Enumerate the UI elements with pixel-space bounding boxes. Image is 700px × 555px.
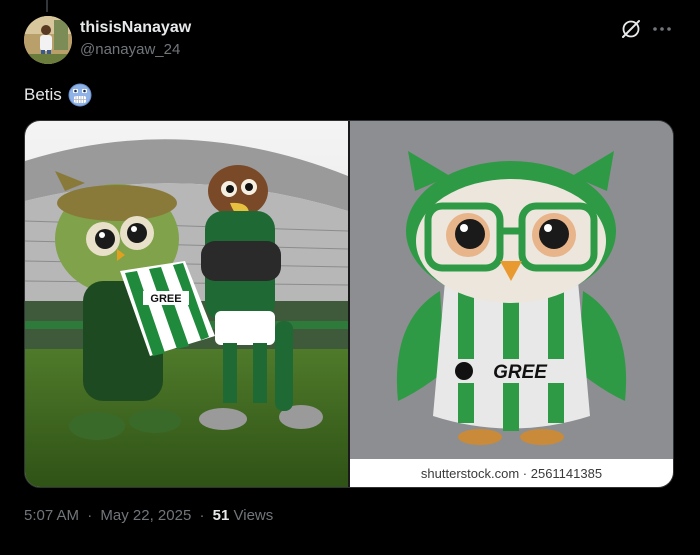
avatar[interactable] (24, 16, 72, 64)
meta-separator: · (87, 507, 93, 524)
post-text-content: Betis (24, 85, 62, 104)
post-metadata: 5:07 AM · May 22, 2025 · 51 Views (24, 506, 273, 526)
right-jersey-brand: GREE (493, 362, 548, 383)
more-options-icon[interactable] (651, 18, 673, 40)
author-names: thisisNanayaw @nanayaw_24 (80, 18, 191, 60)
owl-illustration: GREE (350, 121, 673, 459)
left-jersey-brand: GREE (150, 293, 181, 305)
author-display-name[interactable]: thisisNanayaw (80, 18, 191, 38)
watermark-text: shutterstock.com · 2561141385 (420, 465, 603, 481)
media-grid: GREE GREE shutterstock.com · 2561141385 (24, 120, 674, 488)
avatar-photo (24, 16, 72, 64)
post-card: thisisNanayaw @nanayaw_24 Betis GREE GRE… (0, 0, 700, 555)
astonished-face-emoji-icon (68, 83, 92, 107)
post-time[interactable]: 5:07 AM (24, 507, 79, 524)
watermark-caption: shutterstock.com · 2561141385 (350, 459, 673, 487)
media-image-mascots-stadium[interactable]: GREE (25, 121, 348, 487)
author-handle[interactable]: @nanayaw_24 (80, 40, 191, 60)
post-date[interactable]: May 22, 2025 (100, 507, 191, 524)
meta-separator-2: · (199, 507, 205, 524)
grok-icon[interactable] (620, 18, 642, 40)
views-label: Views (233, 507, 274, 524)
thread-connector-line (46, 0, 48, 12)
stadium-photo: GREE (25, 121, 348, 487)
post-text: Betis (24, 83, 92, 107)
views-count: 51 (212, 507, 230, 524)
media-image-owl-illustration[interactable]: GREE shutterstock.com · 2561141385 (350, 121, 673, 487)
